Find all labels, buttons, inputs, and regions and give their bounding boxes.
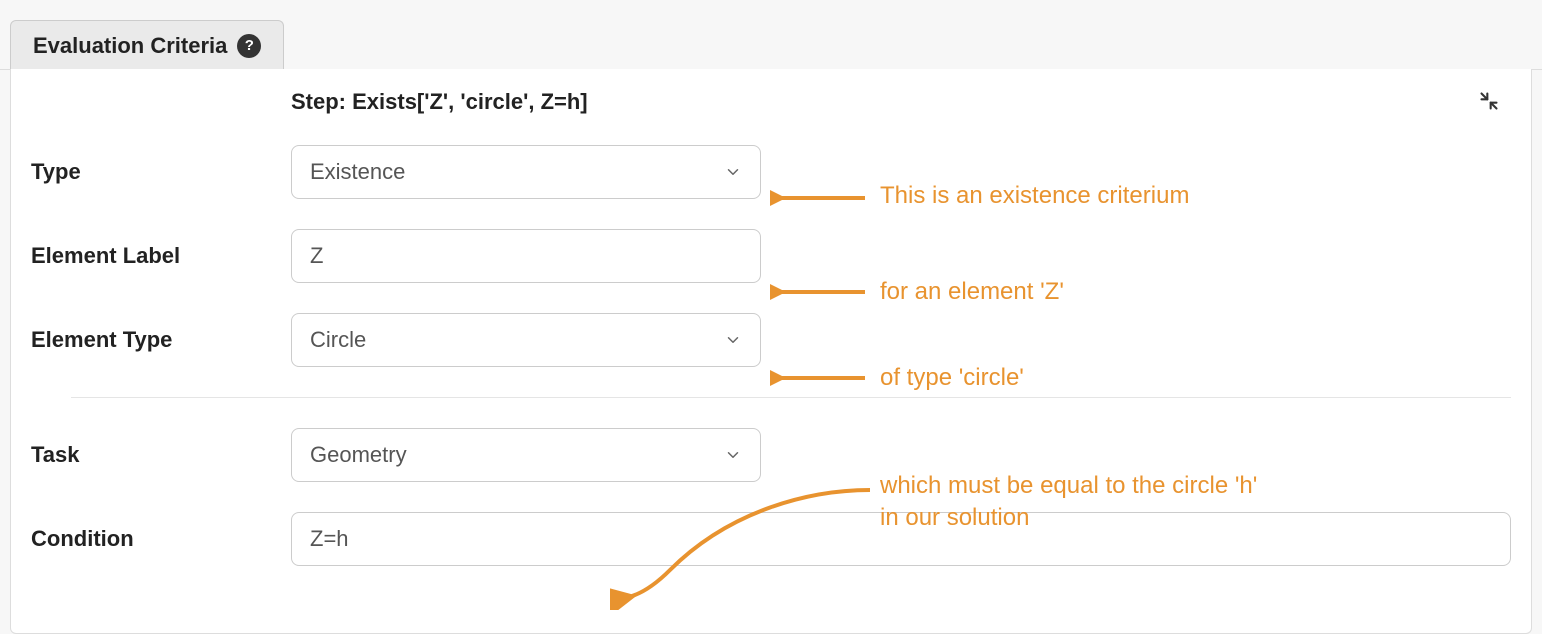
step-title: Step: Exists['Z', 'circle', Z=h]	[291, 89, 588, 115]
label-type: Type	[31, 159, 291, 185]
divider	[71, 397, 1511, 398]
tab-label: Evaluation Criteria	[33, 33, 227, 59]
label-element-type: Element Type	[31, 327, 291, 353]
select-task-value: Geometry	[310, 442, 407, 468]
chevron-down-icon	[724, 331, 742, 349]
select-element-type-value: Circle	[310, 327, 366, 353]
tab-evaluation-criteria[interactable]: Evaluation Criteria ?	[10, 20, 284, 70]
select-task[interactable]: Geometry	[291, 428, 761, 482]
input-condition-value: Z=h	[310, 526, 349, 552]
chevron-down-icon	[724, 446, 742, 464]
label-element-label: Element Label	[31, 243, 291, 269]
select-type-value: Existence	[310, 159, 405, 185]
annotation-3: of type 'circle'	[880, 362, 1024, 394]
label-task: Task	[31, 442, 291, 468]
select-type[interactable]: Existence	[291, 145, 761, 199]
chevron-down-icon	[724, 163, 742, 181]
help-icon[interactable]: ?	[237, 34, 261, 58]
input-element-label[interactable]: Z	[291, 229, 761, 283]
annotation-1: This is an existence criterium	[880, 180, 1189, 212]
annotation-2: for an element 'Z'	[880, 276, 1064, 308]
input-element-label-value: Z	[310, 243, 323, 269]
label-condition: Condition	[31, 526, 291, 552]
compress-icon[interactable]	[1479, 91, 1501, 113]
evaluation-panel: Step: Exists['Z', 'circle', Z=h] Type Ex…	[10, 69, 1532, 634]
select-element-type[interactable]: Circle	[291, 313, 761, 367]
annotation-4: which must be equal to the circle 'h' in…	[880, 470, 1260, 535]
